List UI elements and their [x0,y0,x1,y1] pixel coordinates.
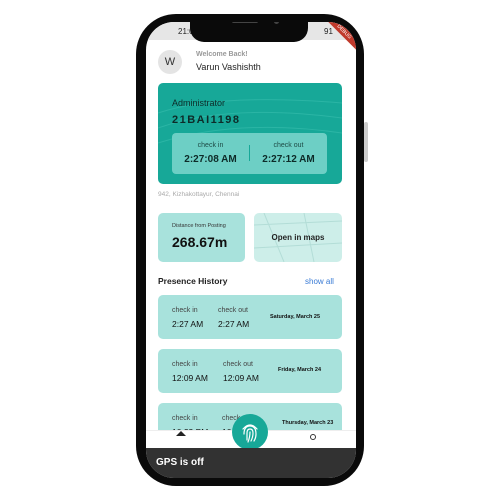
open-in-maps-label: Open in maps [271,233,325,242]
check-in-label: check in [172,415,198,422]
snackbar-message: GPS is off [156,457,204,468]
battery-level: 91 [324,27,333,36]
check-out-time: 2:27 AM [218,319,250,329]
check-out-time: 2:27:12 AM [262,154,315,165]
check-out-label: check out [223,361,253,368]
check-in-time: 2:27:08 AM [184,154,237,165]
show-all-link[interactable]: show all [305,277,334,286]
history-date: Thursday, March 23 [282,420,334,426]
role: Administrator [172,98,226,108]
avatar[interactable]: W [158,50,182,74]
speaker [232,22,258,23]
profile-tab-icon[interactable] [310,434,316,440]
screen: 21:0 91 DEBUG W Welcome Back! Varun Vash… [146,22,356,478]
camera [274,22,279,24]
check-in-label: check in [197,142,224,149]
notch [190,22,308,42]
check-out-label: check out [273,142,304,149]
fingerprint-button[interactable] [232,414,268,450]
history-row[interactable]: check in 2:27 AM check out 2:27 AM Satur… [158,295,342,339]
check-in-time: 2:27 AM [172,319,204,329]
presence-history-title: Presence History [158,276,228,286]
snackbar: GPS is off [146,448,356,478]
user-name: Varun Vashishth [196,62,261,72]
open-in-maps-button[interactable]: Open in maps [254,213,342,262]
check-in-label: check in [172,307,198,314]
today-attendance: check in 2:27:08 AM check out 2:27:12 AM [172,133,327,174]
check-in-time: 12:09 AM [172,373,208,383]
distance-value: 268.67m [172,234,228,250]
side-button [364,122,368,162]
home-tab-indicator-icon[interactable] [176,431,186,436]
check-out-time: 12:09 AM [223,373,259,383]
fingerprint-icon [242,424,258,443]
check-out-label: check out [218,307,248,314]
distance-card: Distance from Posting 268.67m [158,213,245,262]
history-date: Saturday, March 25 [270,314,321,320]
check-in-label: check in [172,361,198,368]
employee-card: Administrator 21BAI1198 check in 2:27:08… [158,83,342,184]
welcome-text: Welcome Back! [196,51,248,58]
address: 942, Kizhakottayur, Chennai [158,191,240,198]
history-row[interactable]: check in 12:09 AM check out 12:09 AM Fri… [158,349,342,393]
history-date: Friday, March 24 [278,367,321,373]
distance-label: Distance from Posting [172,223,226,229]
employee-id: 21BAI1198 [172,114,241,126]
